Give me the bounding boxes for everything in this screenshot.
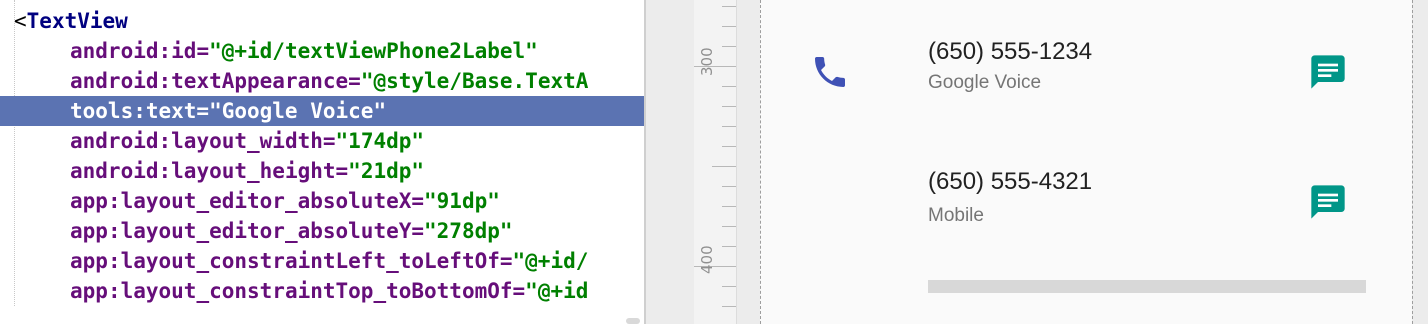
code-token: :textAppearance= [158,69,361,93]
code-token: "@+id/ [512,249,589,273]
code-token: app [70,279,108,303]
phone1-number: (650) 555-1234 [928,38,1093,65]
code-token: "174dp" [335,129,425,153]
code-token: android [70,39,159,63]
code-token: :id= [158,39,210,63]
code-token: :layout_constraintLeft_toLeftOf= [107,249,513,273]
phone-icon[interactable] [810,52,850,92]
code-line[interactable]: android:id="@+id/textViewPhone2Label" [0,36,644,66]
ruler-label-300: 300 [698,47,716,76]
code-token: :text= [133,99,210,123]
ruler-tick [722,26,736,27]
vertical-ruler: 300 400 [694,0,737,324]
code-token: "@+id [525,279,589,303]
code-token: :layout_editor_absoluteY= [107,219,425,243]
code-token: "21dp" [348,159,425,183]
ruler-tick [722,246,736,247]
code-line[interactable]: android:textAppearance="@style/Base.Text… [0,66,644,96]
code-token: app [70,219,108,243]
editor-scrollbar[interactable] [626,318,640,324]
code-token: :layout_constraintTop_toBottomOf= [107,279,526,303]
code-token: "@+id/textViewPhone2Label" [209,39,538,63]
code-line[interactable]: app:layout_constraintTop_toBottomOf="@+i… [0,276,644,306]
code-line[interactable]: app:layout_editor_absoluteX="91dp" [0,186,644,216]
message-icon[interactable] [1308,52,1348,92]
code-token: < [14,9,27,33]
code-token: app [70,189,108,213]
code-token: android [70,159,159,183]
code-token: "Google Voice" [209,99,387,123]
code-token: android [70,129,159,153]
code-token: :layout_height= [158,159,349,183]
code-line[interactable]: app:layout_editor_absoluteY="278dp" [0,216,644,246]
ruler-tick [722,286,736,287]
xml-editor[interactable]: <TextView android:id="@+id/textViewPhone2… [0,0,644,324]
code-token: "278dp" [424,219,513,243]
phone2-number: (650) 555-4321 [928,168,1093,195]
code-token: :layout_editor_absoluteX= [107,189,425,213]
ruler-tick [722,86,736,87]
code-line[interactable]: tools:text="Google Voice" [0,96,644,126]
code-token: app [70,249,108,273]
ruler-tick [722,306,736,307]
code-token: TextView [26,9,128,33]
ruler-tick [722,6,736,7]
ruler-tick [722,126,736,127]
ruler-tick [722,146,736,147]
code-line[interactable]: android:layout_height="21dp" [0,156,644,186]
ruler-tick [722,186,736,187]
code-token: :layout_width= [158,129,336,153]
device-bounds-right [1412,0,1413,324]
phone2-label: Mobile [928,205,984,226]
ruler-tick [722,46,736,47]
code-line[interactable]: app:layout_constraintLeft_toLeftOf="@+id… [0,246,644,276]
code-token: android [70,69,159,93]
divider-placeholder [928,280,1366,293]
message-icon[interactable] [1308,182,1348,222]
phone1-label: Google Voice [928,72,1042,93]
ruler-label-400: 400 [698,245,716,274]
code-line[interactable]: android:layout_width="174dp" [0,126,644,156]
ruler-tick [722,226,736,227]
code-token: "91dp" [424,189,500,213]
ruler-tick [722,206,736,207]
ruler-tick [712,166,736,167]
ruler-tick [722,106,736,107]
code-line[interactable]: <TextView [0,6,644,36]
device-bounds-left [760,0,761,324]
code-token: tools [70,99,134,123]
code-token: "@style/Base.TextA [360,69,589,93]
